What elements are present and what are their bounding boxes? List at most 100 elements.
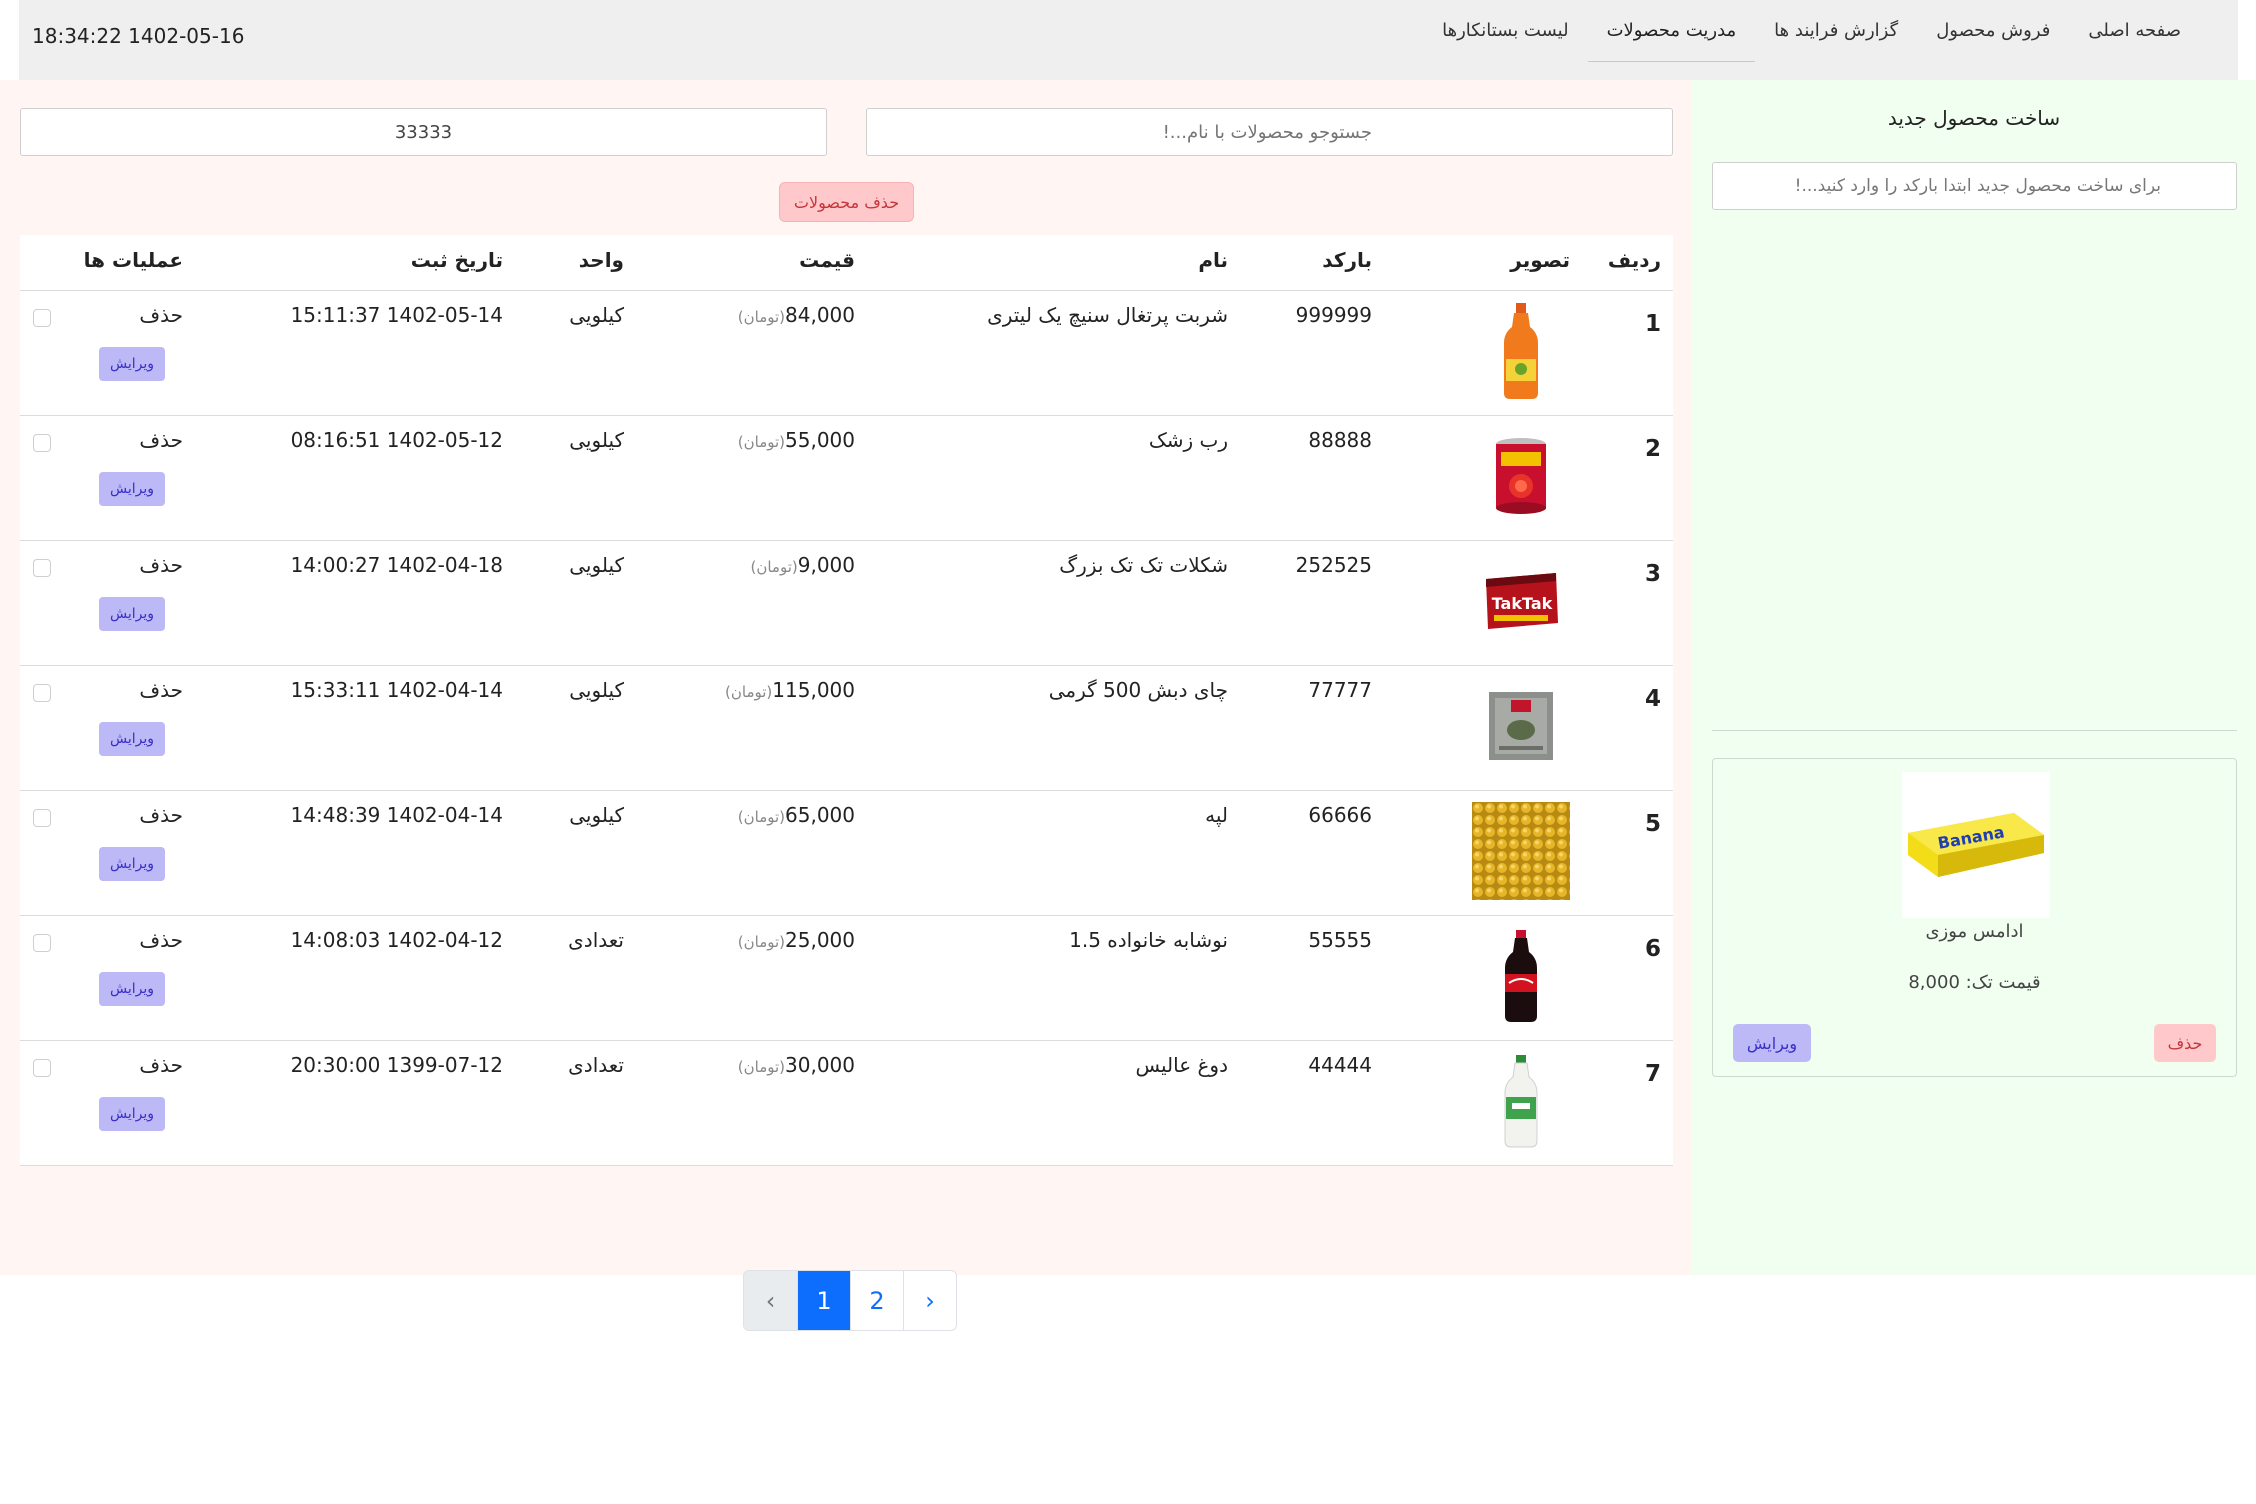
row-select-checkbox[interactable] xyxy=(33,434,51,452)
nav-process-report[interactable]: گزارش فرایند ها xyxy=(1755,0,1917,62)
row-name: شکلات تک تک بزرگ xyxy=(1059,553,1228,577)
header-barcode: بارکد xyxy=(1322,248,1372,272)
barcode-filter-input[interactable]: 33333 xyxy=(20,108,827,156)
header-date: تاریخ ثبت xyxy=(410,248,503,272)
row-index: 2 xyxy=(1644,436,1661,462)
row-edit-button[interactable]: ویرایش xyxy=(99,1097,165,1131)
currency-label: (تومان) xyxy=(737,433,786,451)
row-delete-link[interactable]: حذف xyxy=(139,928,183,952)
nav-home[interactable]: صفحه اصلی xyxy=(2069,0,2200,62)
row-date: 14:48:39 1402-04-14 xyxy=(290,803,503,827)
row-date: 15:11:37 1402-05-14 xyxy=(290,303,503,327)
row-delete-link[interactable]: حذف xyxy=(139,1053,183,1077)
new-product-barcode-input[interactable]: برای ساخت محصول جدید ابتدا بارکد را وارد… xyxy=(1712,162,2237,210)
pagination-next-button[interactable]: › xyxy=(903,1271,956,1330)
nav-product-management[interactable]: مدریت محصولات xyxy=(1587,0,1756,62)
row-unit: کیلویی xyxy=(569,553,624,577)
table-row: 6 55555 نوشابه خانواده 1.5 25,000(تومان)… xyxy=(20,916,1673,1041)
cola-bottle-icon xyxy=(1472,926,1570,1026)
row-edit-button[interactable]: ویرایش xyxy=(99,847,165,881)
banana-gum-icon: Banana xyxy=(1902,772,2050,918)
row-date: 14:08:03 1402-04-12 xyxy=(290,928,503,952)
row-date: 15:33:11 1402-04-14 xyxy=(290,678,503,702)
row-edit-button[interactable]: ویرایش xyxy=(99,347,165,381)
row-barcode: 44444 xyxy=(1308,1053,1372,1077)
pagination-prev-button[interactable]: ‹ xyxy=(744,1271,797,1330)
currency-label: (تومان) xyxy=(750,558,798,576)
row-name: نوشابه خانواده 1.5 xyxy=(1069,928,1228,952)
row-edit-button[interactable]: ویرایش xyxy=(99,722,165,756)
row-delete-link[interactable]: حذف xyxy=(139,553,183,577)
row-price: 9,000(تومان) xyxy=(744,553,855,577)
row-unit: کیلویی xyxy=(569,678,624,702)
split-peas-icon xyxy=(1472,801,1570,901)
row-index: 4 xyxy=(1644,686,1661,712)
row-name: چای دبش 500 گرمی xyxy=(1048,678,1228,702)
pagination-page-1[interactable]: 1 xyxy=(797,1271,850,1330)
table-row: 3 TakTak 252525 شکلات تک تک بزرگ 9,000(ت… xyxy=(20,541,1673,666)
row-select-checkbox[interactable] xyxy=(33,684,51,702)
main-nav: صفحه اصلی فروش محصول گزارش فرایند ها مدر… xyxy=(1423,0,2238,80)
pagination-page-2[interactable]: 2 xyxy=(850,1271,903,1330)
row-name: رب زشک xyxy=(1148,428,1228,452)
tea-package-icon xyxy=(1472,676,1570,776)
tomato-paste-can-icon xyxy=(1472,426,1570,526)
row-delete-link[interactable]: حذف xyxy=(139,303,183,327)
table-row: 5 66666 لپه 65,000(تومان) کیلویی 14:48:3… xyxy=(20,791,1673,916)
header-unit: واحد xyxy=(578,248,624,272)
row-delete-link[interactable]: حذف xyxy=(139,678,183,702)
row-unit: تعدادی xyxy=(568,928,624,952)
products-panel: جستوجو محصولات با نام...! 33333 حذف محصو… xyxy=(0,80,1692,1331)
row-price-value: 84,000 xyxy=(785,303,855,327)
row-edit-button[interactable]: ویرایش xyxy=(99,472,165,506)
row-index: 6 xyxy=(1644,936,1661,962)
nav-sell-product[interactable]: فروش محصول xyxy=(1917,0,2069,62)
row-price: 115,000(تومان) xyxy=(719,678,855,702)
table-header: ردیف تصویر بارکد نام قیمت واحد تاریخ ثبت… xyxy=(20,235,1673,291)
chocolate-bar-icon: TakTak xyxy=(1472,551,1570,651)
row-delete-link[interactable]: حذف xyxy=(139,803,183,827)
row-select-checkbox[interactable] xyxy=(33,309,51,327)
row-price-value: 9,000 xyxy=(797,553,855,577)
row-delete-link[interactable]: حذف xyxy=(139,428,183,452)
divider xyxy=(1712,730,2237,731)
table-row: 1 999999 شربت پرتغال سنیچ یک لیتری 84,00… xyxy=(20,291,1673,416)
row-index: 7 xyxy=(1644,1061,1661,1087)
row-index: 3 xyxy=(1644,561,1661,587)
search-input[interactable]: جستوجو محصولات با نام...! xyxy=(866,108,1673,156)
row-unit: کیلویی xyxy=(569,303,624,327)
row-unit: کیلویی xyxy=(569,428,624,452)
pagination: ‹ 1 2 › xyxy=(743,1270,957,1331)
currency-label: (تومان) xyxy=(737,933,786,951)
current-datetime: 18:34:22 1402-05-16 xyxy=(32,24,245,48)
delete-products-button[interactable]: حذف محصولات xyxy=(779,182,914,222)
row-name: شربت پرتغال سنیچ یک لیتری xyxy=(987,303,1228,327)
table-row: 7 44444 دوغ عالیس 30,000(تومان) تعدادی 2… xyxy=(20,1041,1673,1166)
row-price: 55,000(تومان) xyxy=(732,428,855,452)
row-barcode: 252525 xyxy=(1295,553,1372,577)
product-card-name: ادامس موزی xyxy=(1925,921,2024,942)
currency-label: (تومان) xyxy=(737,1058,786,1076)
row-barcode: 88888 xyxy=(1308,428,1372,452)
row-price-value: 55,000 xyxy=(785,428,855,452)
new-product-title: ساخت محصول جدید xyxy=(1887,106,2061,130)
row-select-checkbox[interactable] xyxy=(33,1059,51,1077)
product-card-delete-button[interactable]: حذف xyxy=(2154,1024,2216,1062)
table-row: 4 77777 چای دبش 500 گرمی 115,000(تومان) … xyxy=(20,666,1673,791)
row-edit-button[interactable]: ویرایش xyxy=(99,597,165,631)
row-price-value: 30,000 xyxy=(785,1053,855,1077)
row-unit: تعدادی xyxy=(568,1053,624,1077)
row-select-checkbox[interactable] xyxy=(33,809,51,827)
row-price: 30,000(تومان) xyxy=(732,1053,855,1077)
row-select-checkbox[interactable] xyxy=(33,934,51,952)
row-date: 14:00:27 1402-04-18 xyxy=(290,553,503,577)
svg-text:TakTak: TakTak xyxy=(1492,594,1553,613)
currency-label: (تومان) xyxy=(737,808,786,826)
product-card: Banana ادامس موزی قیمت تک: 8,000 حذف ویر… xyxy=(1712,758,2237,1077)
products-table: ردیف تصویر بارکد نام قیمت واحد تاریخ ثبت… xyxy=(20,235,1673,1166)
nav-creditors-list[interactable]: لیست بستانکارها xyxy=(1423,0,1587,62)
row-price-value: 115,000 xyxy=(772,678,855,702)
row-select-checkbox[interactable] xyxy=(33,559,51,577)
product-card-edit-button[interactable]: ویرایش xyxy=(1733,1024,1811,1062)
row-edit-button[interactable]: ویرایش xyxy=(99,972,165,1006)
